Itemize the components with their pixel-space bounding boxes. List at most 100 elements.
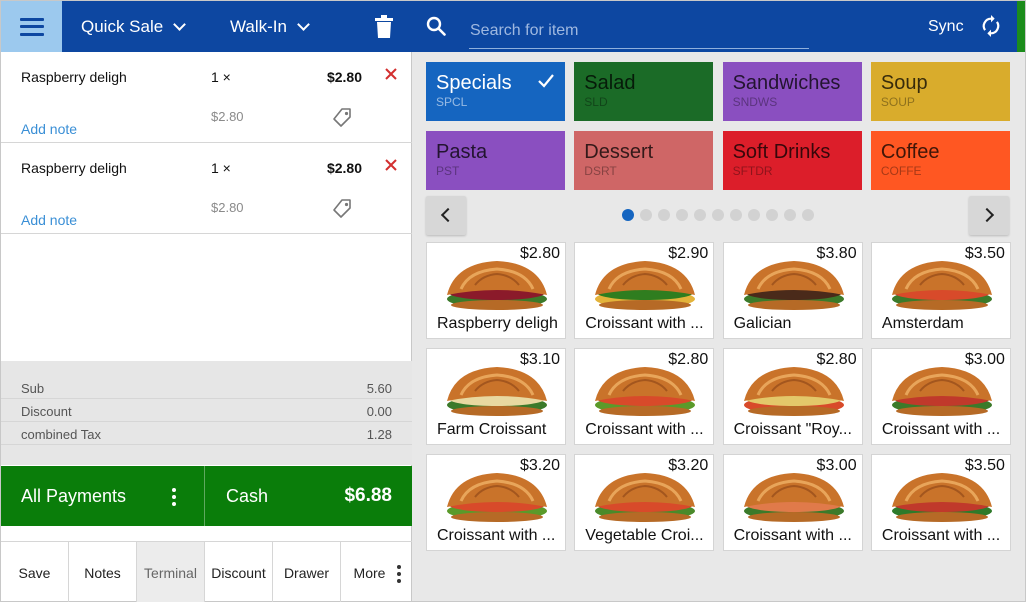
item-quantity[interactable]: 1 × — [211, 160, 231, 176]
product-image — [435, 361, 555, 419]
sync-icon[interactable] — [980, 15, 1002, 37]
category-dsrt[interactable]: Dessert DSRT — [574, 131, 714, 190]
page-dot[interactable] — [784, 209, 796, 221]
product-tile[interactable]: $2.80 Raspberry deligh — [426, 242, 566, 339]
sale-type-dropdown[interactable]: Quick Sale — [81, 1, 187, 52]
page-dot[interactable] — [694, 209, 706, 221]
product-tile[interactable]: $3.80 Galician — [722, 242, 863, 339]
category-sndws[interactable]: Sandwiches SNDWS — [722, 62, 862, 121]
page-dot[interactable] — [802, 209, 814, 221]
product-name: Croissant with ... — [733, 527, 852, 544]
all-payments-label: All Payments — [21, 486, 127, 506]
product-tile[interactable]: $3.10 Farm Croissant — [426, 348, 566, 445]
more-button[interactable]: More — [341, 542, 412, 602]
all-payments-button[interactable]: All Payments — [1, 466, 205, 526]
category-sld[interactable]: Salad SLD — [574, 62, 714, 121]
product-name: Croissant "Roy... — [733, 421, 852, 438]
price-tag-icon[interactable] — [331, 198, 353, 220]
category-code: COFFE — [880, 164, 922, 178]
product-price: $3.00 — [816, 457, 857, 474]
more-vertical-icon — [172, 488, 176, 506]
cash-button[interactable]: Cash $6.88 — [206, 466, 412, 526]
customer-label: Walk-In — [230, 16, 287, 36]
page-dot[interactable] — [640, 209, 652, 221]
product-tile[interactable]: $3.20 Croissant with ... — [426, 454, 566, 551]
cart-item[interactable]: Raspberry deligh 1 × $2.80 Add note $2.80 — [1, 52, 412, 143]
total-amount: $6.88 — [344, 485, 392, 506]
page-dot[interactable] — [658, 209, 670, 221]
product-price: $3.20 — [519, 457, 560, 474]
category-soup[interactable]: Soup SOUP — [870, 62, 1010, 121]
category-coffe[interactable]: Coffee COFFE — [870, 131, 1010, 190]
remove-icon[interactable] — [383, 65, 399, 85]
drawer-label: Drawer — [283, 564, 330, 581]
add-note-link[interactable]: Add note — [21, 212, 77, 228]
product-tile[interactable]: $3.00 Croissant with ... — [722, 454, 863, 551]
prev-page-button[interactable] — [426, 196, 466, 235]
page-dot[interactable] — [676, 209, 688, 221]
product-price: $2.80 — [816, 351, 857, 368]
add-note-link[interactable]: Add note — [21, 121, 77, 137]
action-bar: Save Notes Terminal Discount Drawer More — [1, 541, 412, 602]
category-code: SLD — [584, 95, 608, 109]
chevron-left-icon — [440, 207, 456, 223]
unit-price: $2.80 — [211, 109, 244, 124]
total-row: Sub 5.60 — [1, 376, 412, 399]
category-code: SNDWS — [732, 95, 778, 109]
category-pst[interactable]: Pasta PST — [426, 131, 565, 190]
category-name: Coffee — [880, 141, 940, 163]
product-name: Croissant with ... — [437, 527, 556, 544]
discount-button[interactable]: Discount — [205, 542, 273, 602]
category-code: SFTDR — [732, 164, 773, 178]
product-tile[interactable]: $3.00 Croissant with ... — [870, 348, 1011, 445]
catalog-panel: Sync SpecialsSPCLSaladSLDSandwichesSNDWS… — [412, 0, 1026, 602]
product-image — [583, 255, 703, 313]
category-sftdr[interactable]: Soft Drinks SFTDR — [722, 131, 862, 190]
terminal-button[interactable]: Terminal — [137, 542, 205, 602]
category-name: Soft Drinks — [732, 141, 831, 163]
product-tile[interactable]: $3.50 Croissant with ... — [870, 454, 1011, 551]
product-tile[interactable]: $3.20 Vegetable Croi... — [574, 454, 715, 551]
sale-type-label: Quick Sale — [81, 16, 164, 36]
page-dot[interactable] — [766, 209, 778, 221]
page-dot[interactable] — [712, 209, 724, 221]
product-price: $2.80 — [668, 351, 709, 368]
trash-icon[interactable] — [373, 15, 395, 39]
save-button[interactable]: Save — [1, 542, 69, 602]
payment-bar: All Payments Cash $6.88 — [1, 466, 412, 526]
search-input[interactable] — [469, 13, 809, 49]
product-tile[interactable]: $2.80 Croissant "Roy... — [722, 348, 863, 445]
category-spcl[interactable]: Specials SPCL — [426, 62, 565, 121]
item-name: Raspberry deligh — [21, 69, 127, 85]
chevron-down-icon — [173, 17, 187, 31]
category-code: SOUP — [880, 95, 915, 109]
product-tile[interactable]: $3.50 Amsterdam — [870, 242, 1011, 339]
notes-button[interactable]: Notes — [69, 542, 137, 602]
product-price: $3.80 — [816, 245, 857, 262]
product-tile[interactable]: $2.90 Croissant with ... — [574, 242, 715, 339]
cash-label: Cash — [226, 486, 269, 506]
page-dot[interactable] — [622, 209, 634, 221]
notes-label: Notes — [84, 564, 121, 581]
page-dot[interactable] — [748, 209, 760, 221]
page-dot[interactable] — [730, 209, 742, 221]
total-row: Discount 0.00 — [1, 399, 412, 422]
sync-label[interactable]: Sync — [928, 18, 964, 36]
order-header: Quick Sale Walk-In — [1, 1, 412, 52]
search-icon — [426, 16, 446, 36]
product-tile[interactable]: $2.80 Croissant with ... — [574, 348, 715, 445]
total-label: Discount — [21, 404, 72, 419]
menu-button[interactable] — [1, 1, 62, 52]
item-total: $2.80 — [326, 160, 362, 176]
category-code: PST — [436, 164, 460, 178]
next-page-button[interactable] — [969, 196, 1009, 235]
cart-item[interactable]: Raspberry deligh 1 × $2.80 Add note $2.80 — [1, 143, 412, 234]
drawer-button[interactable]: Drawer — [273, 542, 341, 602]
product-image — [880, 467, 1000, 525]
save-label: Save — [18, 564, 51, 581]
product-price: $2.80 — [519, 245, 560, 262]
price-tag-icon[interactable] — [331, 107, 353, 129]
item-quantity[interactable]: 1 × — [211, 69, 231, 85]
remove-icon[interactable] — [383, 156, 399, 176]
customer-dropdown[interactable]: Walk-In — [230, 1, 310, 52]
